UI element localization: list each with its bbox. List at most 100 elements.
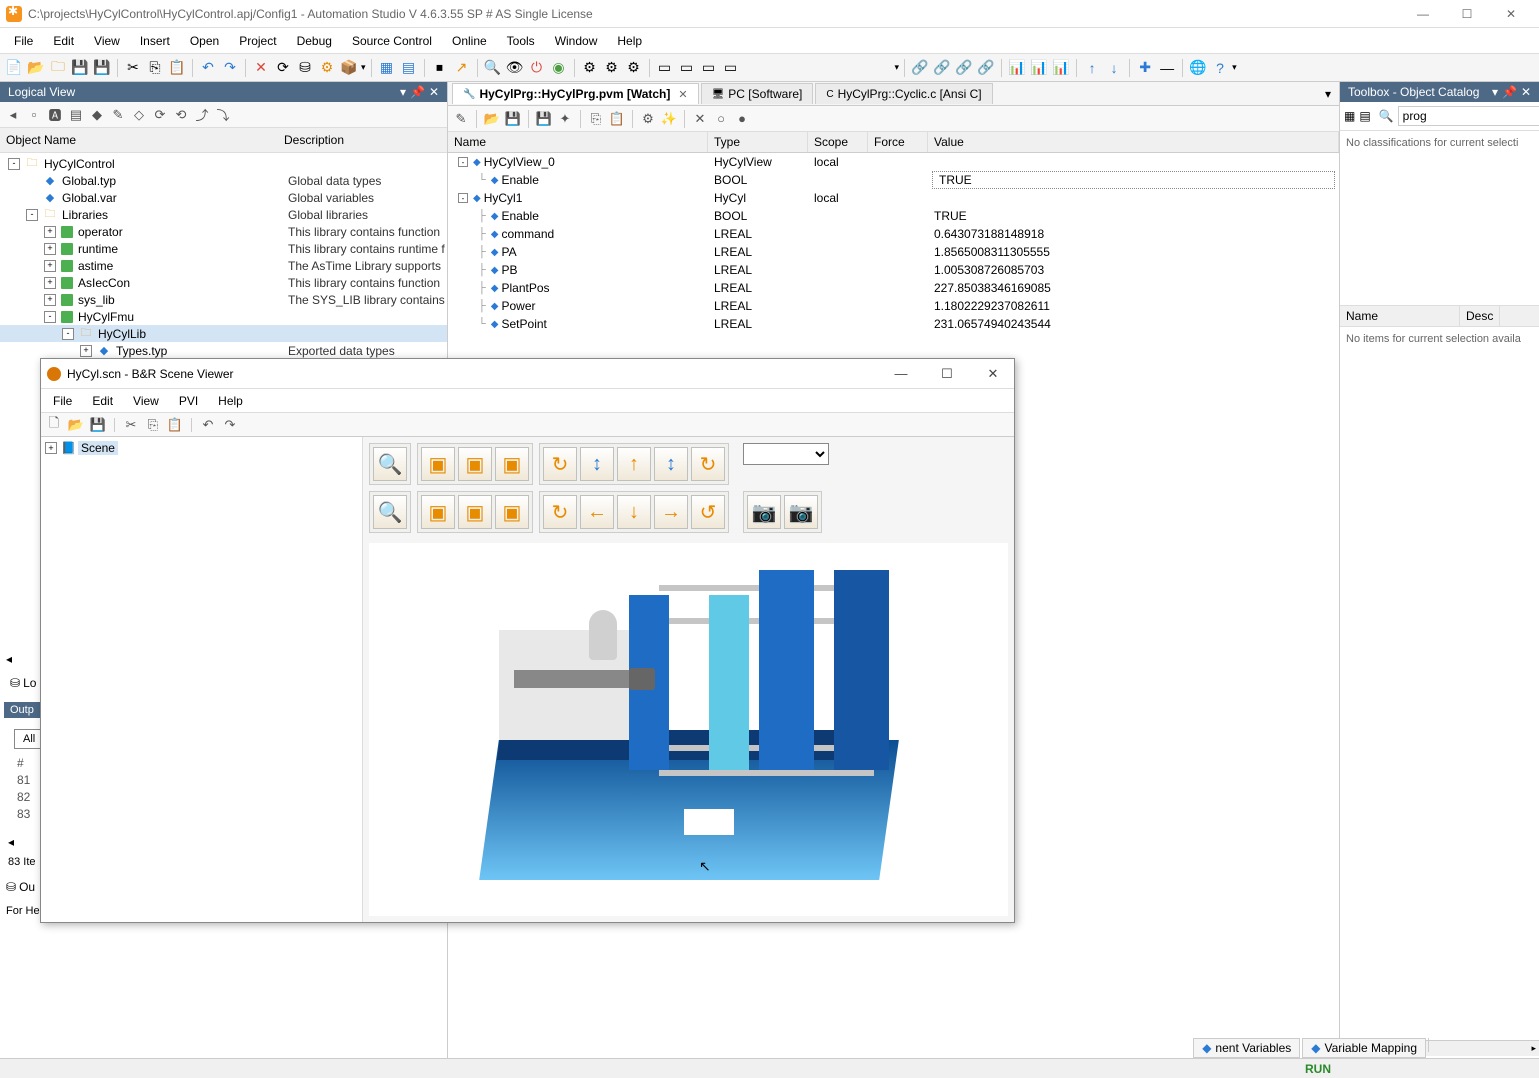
sv-cut-icon[interactable]: ✂ (122, 416, 140, 434)
scene-maximize-button[interactable]: ☐ (932, 363, 962, 385)
tree-item[interactable]: ◆Global.typGlobal data types (0, 172, 447, 189)
link4-icon[interactable]: 🔗 (976, 58, 996, 78)
minimize-button[interactable]: — (1409, 4, 1437, 24)
arrow-down-icon[interactable]: ↓ (617, 495, 651, 529)
watch-icon[interactable]: 👁 (505, 58, 525, 78)
wt-paste-icon[interactable]: 📋 (608, 110, 626, 128)
pt-i-icon[interactable]: ⤵ (214, 106, 232, 124)
tree-toggle[interactable]: + (44, 226, 56, 238)
3d-canvas[interactable]: ↖ (369, 543, 1008, 916)
watch-value[interactable]: 231.06574940243544 (928, 316, 1339, 332)
tab-variables[interactable]: ◆nent Variables (1193, 1038, 1300, 1058)
mon3-icon[interactable]: ▭ (699, 58, 719, 78)
list-icon[interactable]: ▤ (399, 58, 419, 78)
wth-force[interactable]: Force (868, 132, 928, 152)
view-iso2-icon[interactable]: ▣ (421, 495, 455, 529)
pt-box-icon[interactable]: ▫ (25, 106, 43, 124)
add-icon[interactable]: ✚ (1135, 58, 1155, 78)
mon1-icon[interactable]: ▭ (655, 58, 675, 78)
link1-icon[interactable]: 🔗 (910, 58, 930, 78)
watch-value[interactable]: 0.643073188148918 (928, 226, 1339, 242)
menu-edit[interactable]: Edit (43, 30, 84, 52)
watch-value[interactable] (928, 197, 1339, 199)
wth-name[interactable]: Name (448, 132, 708, 152)
watch-value[interactable]: TRUE (928, 208, 1339, 224)
tree-toggle[interactable]: + (80, 345, 92, 357)
watch-row[interactable]: ├◆PowerLREAL1.1802229237082611 (448, 297, 1339, 315)
wth-scope[interactable]: Scope (808, 132, 868, 152)
undo-icon[interactable]: ↶ (198, 58, 218, 78)
watch-row[interactable]: └◆SetPointLREAL231.06574940243544 (448, 315, 1339, 333)
wth-value[interactable]: Value (928, 132, 1339, 152)
menu-source-control[interactable]: Source Control (342, 30, 442, 52)
link3-icon[interactable]: 🔗 (954, 58, 974, 78)
tree-item[interactable]: -HyCylFmu (0, 308, 447, 325)
grid-icon[interactable]: ▦ (377, 58, 397, 78)
arrow-left-icon[interactable]: ← (580, 495, 614, 529)
trace1-icon[interactable]: 📊 (1007, 58, 1027, 78)
trace3-icon[interactable]: 📊 (1051, 58, 1071, 78)
view-select[interactable] (743, 443, 829, 465)
view-iso-icon[interactable]: ▣ (421, 447, 455, 481)
wt-save-icon[interactable]: 💾 (504, 110, 522, 128)
editor-tab[interactable]: CHyCylPrg::Cyclic.c [Ansi C] (815, 83, 992, 104)
tree-toggle[interactable]: - (26, 209, 38, 221)
axis-down-icon[interactable]: ↕ (654, 447, 688, 481)
pt-b-icon[interactable]: ▤ (67, 106, 85, 124)
tab-close-icon[interactable]: ✕ (678, 88, 687, 101)
search2-icon[interactable]: 🔍 (1379, 109, 1394, 123)
db-icon[interactable]: ⛁ (295, 58, 315, 78)
watch-value[interactable] (928, 161, 1339, 163)
toolbox-pin-icon[interactable]: 📌 (1502, 85, 1517, 99)
menu-debug[interactable]: Debug (287, 30, 342, 52)
help-icon[interactable]: ? (1210, 58, 1230, 78)
wt-open-icon[interactable]: 📂 (483, 110, 501, 128)
wt-refresh-icon[interactable]: ✎ (452, 110, 470, 128)
wt-go-icon[interactable]: ● (733, 110, 751, 128)
rotate-cw-icon[interactable]: ↻ (691, 447, 725, 481)
sv-save-icon[interactable]: 💾 (89, 416, 107, 434)
tree-toggle[interactable]: - (44, 311, 56, 323)
axis-up-icon[interactable]: ↕ (580, 447, 614, 481)
tabs-overflow-icon[interactable]: ▾ (1325, 87, 1331, 101)
menu-view[interactable]: View (84, 30, 130, 52)
refresh-icon[interactable]: ⟳ (273, 58, 293, 78)
close-button[interactable]: ✕ (1497, 4, 1525, 24)
tree-toggle[interactable]: - (62, 328, 74, 340)
gear3-icon[interactable]: ⚙ (624, 58, 644, 78)
pt-g-icon[interactable]: ⟲ (172, 106, 190, 124)
maximize-button[interactable]: ☐ (1453, 4, 1481, 24)
sv-copy-icon[interactable]: ⎘ (144, 416, 162, 434)
tree-item[interactable]: +sys_libThe SYS_LIB library contains (0, 291, 447, 308)
scene-tree[interactable]: + 📘 Scene (41, 437, 363, 922)
tree-toggle[interactable]: + (44, 294, 56, 306)
pt-d-icon[interactable]: ✎ (109, 106, 127, 124)
scroll-left-icon[interactable]: ◂ (6, 652, 12, 666)
pt-c-icon[interactable]: ◆ (88, 106, 106, 124)
tree-item[interactable]: -🗀HyCylLib (0, 325, 447, 342)
scene-tree-toggle[interactable]: + (45, 442, 57, 454)
pt-a-icon[interactable]: 🅰 (46, 106, 64, 124)
redo-icon[interactable]: ↷ (220, 58, 240, 78)
watch-toggle[interactable]: - (458, 157, 468, 167)
sv-open-icon[interactable]: 📂 (67, 416, 85, 434)
paste-icon[interactable]: 📋 (167, 58, 187, 78)
watch-value[interactable]: 1.005308726085703 (928, 262, 1339, 278)
export-icon[interactable]: ↗ (452, 58, 472, 78)
watch-row[interactable]: ├◆EnableBOOLTRUE (448, 207, 1339, 225)
tree-item[interactable]: -🗀LibrariesGlobal libraries (0, 206, 447, 223)
tree-item[interactable]: +operatorThis library contains function (0, 223, 447, 240)
watch-row[interactable]: ├◆PBLREAL1.005308726085703 (448, 261, 1339, 279)
watch-toggle[interactable]: - (458, 193, 468, 203)
wth-type[interactable]: Type (708, 132, 808, 152)
menu-insert[interactable]: Insert (130, 30, 180, 52)
pt-f-icon[interactable]: ⟳ (151, 106, 169, 124)
remove-icon[interactable]: — (1157, 58, 1177, 78)
scene-menu-help[interactable]: Help (208, 391, 253, 411)
pt-prev-icon[interactable]: ◂ (4, 106, 22, 124)
toolbox-close-icon[interactable]: ✕ (1521, 85, 1531, 99)
search-icon[interactable]: 🔍 (483, 58, 503, 78)
transfer-icon[interactable]: 📦 (339, 58, 359, 78)
mon2-icon[interactable]: ▭ (677, 58, 697, 78)
arrow-right-icon[interactable]: → (654, 495, 688, 529)
